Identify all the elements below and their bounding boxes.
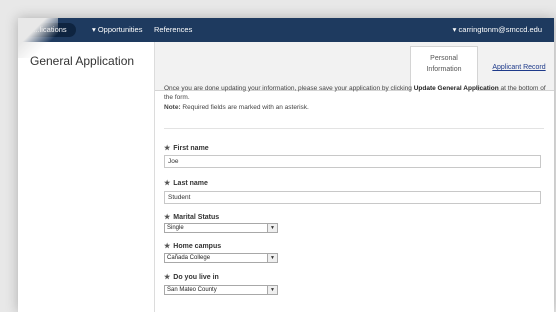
last-name-field[interactable]: Student <box>164 191 541 204</box>
home-campus-label: ★ Home campus <box>164 242 221 250</box>
nav-opportunities-menu[interactable]: ▾ Opportunities <box>92 18 142 42</box>
required-asterisk-icon: ★ <box>164 180 171 187</box>
note-label: Note: <box>164 104 181 111</box>
tab-personal-information-line1: Personal <box>430 55 458 62</box>
required-asterisk-icon: ★ <box>164 243 171 250</box>
last-name-label-text: Last name <box>173 180 208 187</box>
marital-status-select[interactable]: Single ▼ <box>164 223 278 233</box>
first-name-label: ★ First name <box>164 144 209 152</box>
home-campus-select[interactable]: Cañada College ▼ <box>164 253 278 263</box>
first-name-label-text: First name <box>173 145 209 152</box>
marital-status-label-text: Marital Status <box>173 214 220 221</box>
user-account-menu[interactable]: ▾ carringtonm@smccd.edu <box>453 18 542 42</box>
home-campus-value: Cañada College <box>167 255 211 261</box>
home-campus-label-text: Home campus <box>173 243 222 250</box>
sidebar: General Application <box>18 42 154 312</box>
form-separator <box>164 128 544 129</box>
top-nav-bar: ...lications ▾ Opportunities References … <box>18 18 554 42</box>
live-in-label: ★ Do you live in <box>164 273 219 281</box>
intro-text-bold: Update General Application <box>413 85 499 92</box>
live-in-label-text: Do you live in <box>173 274 219 281</box>
chevron-down-icon[interactable]: ▼ <box>267 286 277 294</box>
first-name-field[interactable]: Joe <box>164 155 541 168</box>
marital-status-value: Single <box>167 225 184 231</box>
live-in-select[interactable]: San Mateo County ▼ <box>164 285 278 295</box>
chevron-down-icon[interactable]: ▼ <box>267 254 277 262</box>
tab-personal-information-line2: Information <box>426 66 462 73</box>
page-title: General Application <box>30 54 135 68</box>
chevron-down-icon[interactable]: ▼ <box>267 224 277 232</box>
required-note: Note: Required fields are marked with an… <box>164 103 554 112</box>
live-in-value: San Mateo County <box>167 287 217 293</box>
required-asterisk-icon: ★ <box>164 274 171 281</box>
intro-text: Once you are done updating your informat… <box>164 84 554 102</box>
required-asterisk-icon: ★ <box>164 214 171 221</box>
intro-block: Once you are done updating your informat… <box>164 84 554 112</box>
note-text: Required fields are marked with an aster… <box>180 104 309 111</box>
required-asterisk-icon: ★ <box>164 145 171 152</box>
nav-references-link[interactable]: References <box>154 18 192 42</box>
last-name-label: ★ Last name <box>164 179 208 187</box>
marital-status-label: ★ Marital Status <box>164 213 219 221</box>
nav-applications-tab[interactable]: ...lications <box>24 23 76 37</box>
intro-text-before: Once you are done updating your informat… <box>164 85 414 92</box>
